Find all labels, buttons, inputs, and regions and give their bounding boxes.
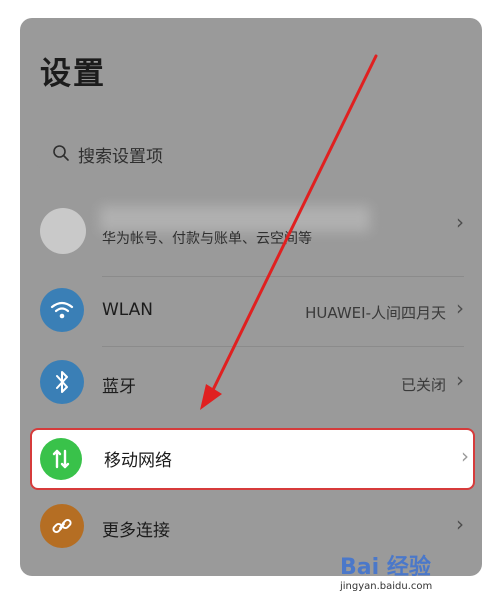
settings-item-wlan[interactable]: WLAN HUAWEI-人间四月天 › [20, 276, 482, 346]
search-icon [53, 145, 69, 161]
chevron-right-icon: › [456, 512, 464, 536]
settings-item-mobile-network[interactable]: 移动网络 › [30, 428, 475, 490]
chevron-right-icon: › [461, 444, 469, 468]
chevron-right-icon: › [456, 210, 464, 234]
wlan-label: WLAN [102, 300, 154, 320]
bluetooth-icon [40, 360, 84, 404]
chevron-right-icon: › [456, 296, 464, 320]
watermark-brand: Bai 经验 [340, 555, 431, 580]
wlan-value: HUAWEI-人间四月天 [305, 304, 446, 322]
link-icon [40, 504, 84, 548]
page-title: 设置 [40, 56, 106, 92]
watermark-url: jingyan.baidu.com [340, 581, 433, 592]
baidu-watermark: Bai 经验 jingyan.baidu.com [340, 549, 480, 592]
bluetooth-value: 已关闭 [400, 376, 446, 394]
search-bar[interactable]: 搜索设置项 [34, 134, 464, 174]
search-placeholder: 搜索设置项 [78, 147, 163, 167]
bluetooth-label: 蓝牙 [102, 377, 136, 397]
account-row[interactable]: › [20, 188, 482, 258]
mobile-network-label: 移动网络 [104, 451, 172, 471]
mobile-network-icon [40, 438, 82, 480]
settings-item-bluetooth[interactable]: 蓝牙 已关闭 › [20, 348, 482, 418]
more-connections-label: 更多连接 [102, 521, 170, 541]
wifi-icon [40, 288, 84, 332]
divider [102, 346, 464, 347]
settings-screen: 设置 搜索设置项 华为帐号、付款与账单、云空间等 › WLAN HUAWEI-人… [20, 18, 482, 576]
chevron-right-icon: › [456, 368, 464, 392]
